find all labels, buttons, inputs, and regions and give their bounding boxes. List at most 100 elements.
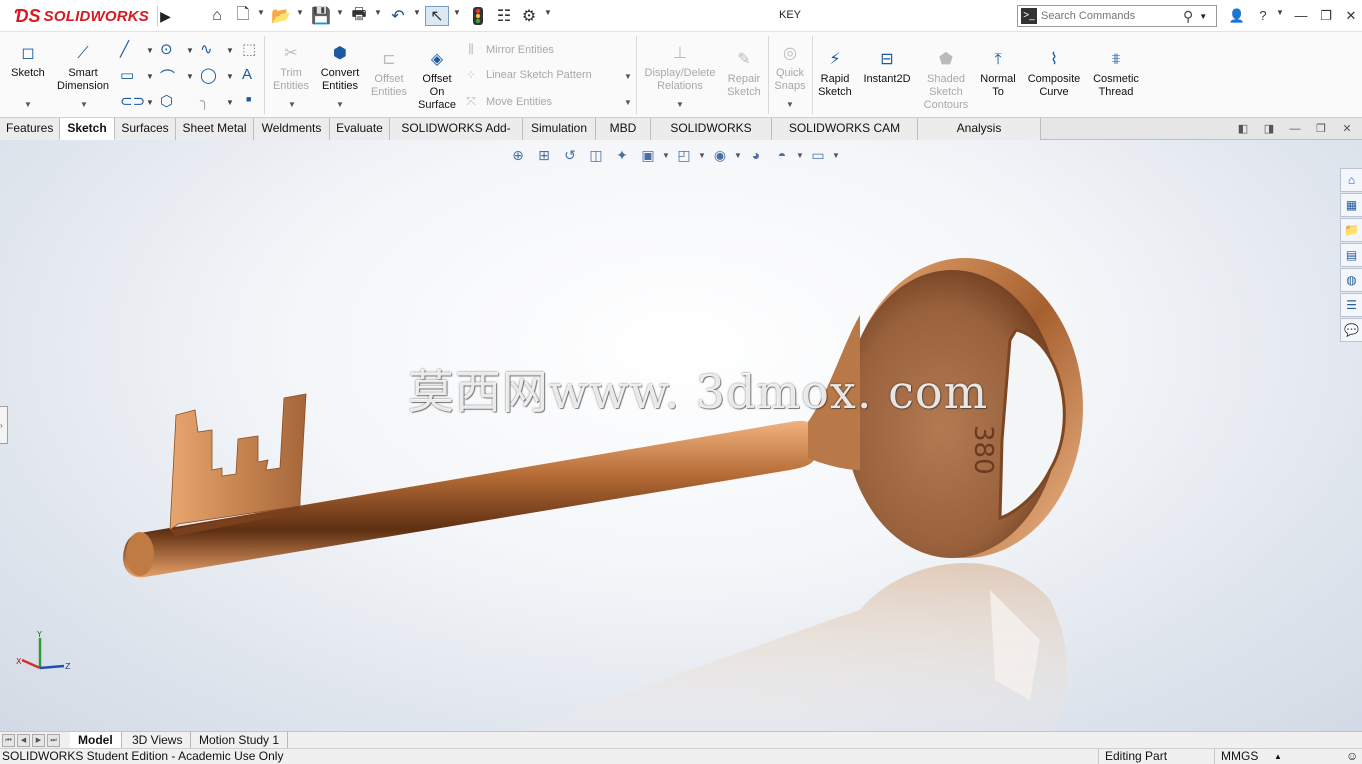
snaps-dropdown-caret-icon[interactable]: ▼ (786, 100, 794, 109)
display-style-caret-icon[interactable]: ▼ (697, 151, 707, 160)
fillet-dropdown-caret-icon[interactable]: ▼ (226, 98, 234, 107)
pattern-dropdown-caret-icon[interactable]: ▼ (624, 72, 632, 81)
slot-dropdown-caret-icon[interactable]: ▼ (146, 98, 154, 107)
tab-features[interactable]: Features (0, 118, 60, 140)
mirror-entities-button[interactable]: ⫼ Mirror Entities (462, 42, 554, 57)
sketch-dropdown-caret-icon[interactable]: ▼ (24, 100, 32, 109)
search-mode-icon[interactable]: >_ (1021, 8, 1037, 24)
new-document-icon[interactable]: 🗋 (232, 6, 254, 26)
hide-show-items-icon[interactable]: ◉ (707, 147, 733, 164)
design-library-icon[interactable]: ▦ (1340, 193, 1362, 217)
feature-manager-toggle-handle[interactable]: › (0, 406, 8, 444)
file-properties-icon[interactable]: ☷ (494, 6, 514, 26)
options-dropdown-caret-icon[interactable]: ▼ (544, 8, 552, 17)
restore-window-icon[interactable]: ❐ (1315, 6, 1337, 26)
graphics-area[interactable]: 380 ⊕ ⊞ ↺ ◫ ✦ ▣ ▼ ◰ ▼ ◉ ▼ ◕ ◓ ▼ ▭ ▼ 莫西网w… (0, 140, 1362, 731)
solidworks-forum-icon[interactable]: 💬 (1340, 318, 1362, 342)
section-view-icon[interactable]: ◫ (583, 147, 609, 164)
first-tab-arrow-icon[interactable]: ⏮ (2, 734, 15, 747)
user-account-icon[interactable]: 👤 (1226, 6, 1248, 26)
instant2d-button[interactable]: ⊟ Instant2D (858, 48, 916, 86)
unit-system-caret-icon[interactable]: ▲ (1274, 749, 1282, 764)
save-icon[interactable]: 💾 (310, 6, 332, 26)
line-icon[interactable]: ╱ (120, 40, 129, 58)
view-settings-icon[interactable]: ▭ (805, 147, 831, 164)
line-dropdown-caret-icon[interactable]: ▼ (146, 46, 154, 55)
move-dropdown-caret-icon[interactable]: ▼ (624, 98, 632, 107)
arc-icon[interactable]: ⌒ (160, 66, 175, 87)
rebuild-traffic-light-icon[interactable] (468, 6, 488, 26)
display-style-icon[interactable]: ◰ (671, 147, 697, 164)
print-dropdown-caret-icon[interactable]: ▼ (374, 8, 382, 17)
solidworks-logo[interactable]: ƊS SOLIDWORKS (0, 0, 156, 32)
tile-left-icon[interactable]: ◧ (1234, 121, 1252, 137)
tab-cam[interactable]: SOLIDWORKS CAM (651, 118, 772, 156)
tab-analysis-preparation[interactable]: Analysis Preparation (918, 118, 1041, 156)
zoom-to-area-icon[interactable]: ⊞ (531, 147, 557, 164)
minimize-window-icon[interactable]: — (1290, 6, 1312, 26)
linear-sketch-pattern-button[interactable]: ⁘ Linear Sketch Pattern (462, 68, 592, 82)
convert-dropdown-caret-icon[interactable]: ▼ (336, 100, 344, 109)
view-palette-icon[interactable]: ▤ (1340, 243, 1362, 267)
rectangle-dropdown-caret-icon[interactable]: ▼ (146, 72, 154, 81)
point-icon[interactable]: ■ (246, 94, 251, 104)
tab-surfaces[interactable]: Surfaces (115, 118, 176, 140)
previous-view-icon[interactable]: ↺ (557, 147, 583, 164)
tile-right-icon[interactable]: ◨ (1260, 121, 1278, 137)
offset-entities-button[interactable]: ⊏ Offset Entities (366, 48, 412, 99)
doc-close-icon[interactable]: ✕ (1338, 121, 1356, 137)
view-orientation-caret-icon[interactable]: ▼ (661, 151, 671, 160)
tab-model[interactable]: Model (70, 732, 122, 749)
edit-appearance-icon[interactable]: ◕ (743, 147, 769, 163)
solidworks-resources-icon[interactable]: ⌂ (1340, 168, 1362, 192)
tab-addins[interactable]: SOLIDWORKS Add-Ins (390, 118, 523, 156)
unit-system-status[interactable]: MMGS (1214, 749, 1274, 764)
search-dropdown-caret-icon[interactable]: ▼ (1199, 12, 1207, 21)
shaded-sketch-contours-button[interactable]: ⬟ Shaded Sketch Contours (918, 48, 974, 112)
open-dropdown-caret-icon[interactable]: ▼ (296, 8, 304, 17)
offset-on-surface-button[interactable]: ◈ Offset On Surface (414, 48, 460, 112)
expand-menu-arrow-icon[interactable]: ▶ (157, 6, 173, 26)
smart-dimension-dropdown-caret-icon[interactable]: ▼ (80, 100, 88, 109)
trim-entities-button[interactable]: ✂ Trim Entities (268, 42, 314, 93)
help-dropdown-caret-icon[interactable]: ▼ (1276, 8, 1284, 17)
move-entities-button[interactable]: ⤧ Move Entities (462, 94, 552, 109)
tab-3d-views[interactable]: 3D Views (124, 732, 192, 749)
ellipse-dropdown-caret-icon[interactable]: ▼ (226, 72, 234, 81)
spline-icon[interactable]: ∿ (200, 40, 213, 58)
sketch-button[interactable]: ◻ Sketch (6, 42, 50, 80)
composite-curve-button[interactable]: ⌇ Composite Curve (1022, 48, 1086, 99)
dynamic-annotation-icon[interactable]: ✦ (609, 147, 635, 164)
doc-minimize-icon[interactable]: — (1286, 121, 1304, 137)
search-input[interactable] (1041, 10, 1181, 22)
appearances-icon[interactable]: ◍ (1340, 268, 1362, 292)
scene-caret-icon[interactable]: ▼ (795, 151, 805, 160)
trim-dropdown-caret-icon[interactable]: ▼ (288, 100, 296, 109)
tab-weldments[interactable]: Weldments (254, 118, 330, 140)
prev-tab-arrow-icon[interactable]: ◀ (17, 734, 30, 747)
apply-scene-icon[interactable]: ◓ (769, 147, 795, 163)
file-explorer-icon[interactable]: 📁 (1340, 218, 1362, 242)
cosmetic-thread-button[interactable]: ⩨ Cosmetic Thread (1088, 48, 1144, 99)
select-pointer-icon[interactable]: ↖ (425, 6, 449, 26)
slot-icon[interactable]: ⊂⊃ (120, 92, 145, 110)
ellipse-icon[interactable]: ◯ (200, 66, 217, 84)
text-icon[interactable]: A (242, 66, 252, 83)
tab-motion-study-1[interactable]: Motion Study 1 (191, 732, 289, 749)
view-orientation-icon[interactable]: ▣ (635, 147, 661, 164)
tab-sheet-metal[interactable]: Sheet Metal (176, 118, 254, 140)
normal-to-button[interactable]: ⤒ Normal To (976, 48, 1020, 99)
tab-sketch[interactable]: Sketch (60, 118, 115, 140)
rapid-sketch-button[interactable]: ⚡ Rapid Sketch (814, 48, 856, 99)
custom-properties-icon[interactable]: ☰ (1340, 293, 1362, 317)
arc-dropdown-caret-icon[interactable]: ▼ (186, 72, 194, 81)
tab-mbd[interactable]: MBD (596, 118, 651, 140)
options-gear-icon[interactable]: ⚙ (518, 6, 540, 26)
display-delete-relations-button[interactable]: ⊥ Display/Delete Relations (640, 42, 720, 93)
quick-tips-icon[interactable]: ☺ (1346, 749, 1358, 764)
search-commands-box[interactable]: >_ ⚲ ▼ (1017, 5, 1217, 27)
view-settings-caret-icon[interactable]: ▼ (831, 151, 841, 160)
new-dropdown-caret-icon[interactable]: ▼ (257, 8, 265, 17)
polygon-icon[interactable]: ⬡ (160, 92, 173, 110)
search-icon[interactable]: ⚲ (1183, 8, 1193, 25)
